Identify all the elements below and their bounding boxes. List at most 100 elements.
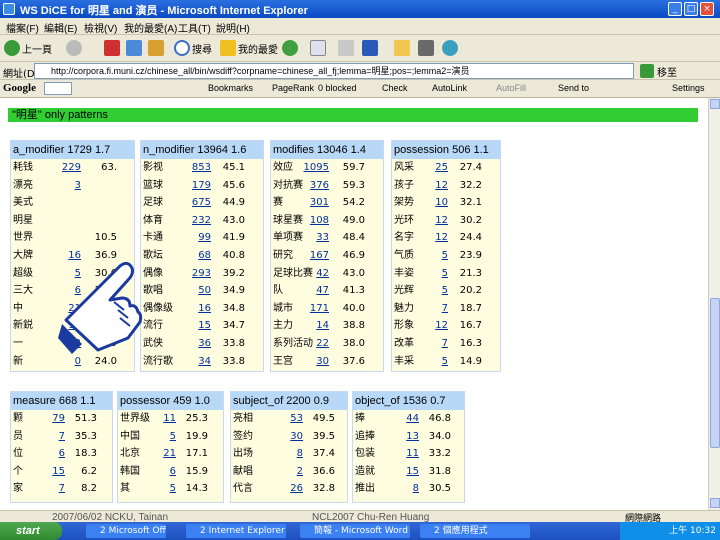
- frequency-link[interactable]: 12: [418, 177, 448, 194]
- google-bookmarks[interactable]: Bookmarks: [208, 83, 253, 93]
- google-popup-blocked[interactable]: 0 blocked: [318, 83, 357, 93]
- frequency-link[interactable]: 44: [389, 410, 419, 427]
- frequency-link[interactable]: 5: [418, 265, 448, 282]
- address-input[interactable]: http://corpora.fi.muni.cz/chinese_all/bi…: [34, 63, 634, 79]
- scroll-up-icon[interactable]: [710, 99, 720, 109]
- mail-button[interactable]: [310, 38, 326, 58]
- frequency-link[interactable]: 167: [299, 247, 329, 264]
- frequency-link[interactable]: 675: [181, 194, 211, 211]
- frequency-link[interactable]: 229: [51, 159, 81, 176]
- frequency-link[interactable]: 108: [299, 212, 329, 229]
- start-button[interactable]: start: [0, 522, 62, 540]
- stop-button[interactable]: [104, 38, 120, 58]
- frequency-link[interactable]: 12: [418, 212, 448, 229]
- frequency-link[interactable]: 15: [35, 463, 65, 480]
- refresh-button[interactable]: [126, 38, 142, 58]
- home-button[interactable]: [148, 38, 164, 58]
- research-button[interactable]: [418, 38, 434, 58]
- frequency-link[interactable]: 376: [299, 177, 329, 194]
- google-pagerank[interactable]: PageRank: [272, 83, 314, 93]
- frequency-link[interactable]: 12: [418, 317, 448, 334]
- maximize-button[interactable]: □: [684, 2, 698, 16]
- frequency-link[interactable]: 293: [181, 265, 211, 282]
- frequency-link[interactable]: 7: [35, 428, 65, 445]
- frequency-link[interactable]: 8: [273, 445, 303, 462]
- frequency-link[interactable]: 13: [389, 428, 419, 445]
- frequency-link[interactable]: 25: [418, 159, 448, 176]
- frequency-link[interactable]: 33: [299, 229, 329, 246]
- frequency-link[interactable]: 1095: [299, 159, 329, 176]
- task-word[interactable]: 簡報 - Microsoft Word: [300, 524, 410, 538]
- close-button[interactable]: ×: [700, 2, 714, 16]
- frequency-link[interactable]: 15: [389, 463, 419, 480]
- google-send-to[interactable]: Send to: [558, 83, 589, 93]
- edit-button[interactable]: [362, 38, 378, 58]
- frequency-link[interactable]: 5: [146, 428, 176, 445]
- frequency-link[interactable]: 68: [181, 247, 211, 264]
- google-autolink[interactable]: AutoLink: [432, 83, 467, 93]
- frequency-link[interactable]: 11: [389, 445, 419, 462]
- folder-button[interactable]: [394, 38, 410, 58]
- frequency-link[interactable]: 179: [181, 177, 211, 194]
- frequency-link[interactable]: 7: [35, 480, 65, 497]
- frequency-link[interactable]: 171: [299, 300, 329, 317]
- scroll-down-icon[interactable]: [710, 498, 720, 508]
- menu-file[interactable]: 檔案(F): [6, 20, 39, 35]
- frequency-link[interactable]: 16: [181, 300, 211, 317]
- frequency-link[interactable]: 34: [181, 353, 211, 370]
- frequency-link[interactable]: 53: [273, 410, 303, 427]
- task-apps[interactable]: 2 個應用程式: [420, 524, 530, 538]
- frequency-link[interactable]: 30: [299, 353, 329, 370]
- task-office[interactable]: 2 Microsoft Office: [86, 524, 166, 538]
- frequency-link[interactable]: 3: [51, 177, 81, 194]
- favorites-button[interactable]: 我的最愛: [220, 38, 278, 58]
- frequency-link[interactable]: 7: [418, 300, 448, 317]
- vertical-scrollbar[interactable]: [708, 98, 720, 510]
- print-button[interactable]: [338, 38, 354, 58]
- frequency-link[interactable]: 14: [299, 317, 329, 334]
- frequency-link[interactable]: 6: [146, 463, 176, 480]
- go-button[interactable]: 移至: [640, 63, 677, 79]
- frequency-link[interactable]: 15: [181, 317, 211, 334]
- frequency-link[interactable]: 8: [389, 480, 419, 497]
- frequency-link[interactable]: 232: [181, 212, 211, 229]
- history-button[interactable]: [282, 38, 298, 58]
- frequency-link[interactable]: 26: [273, 480, 303, 497]
- menu-edit[interactable]: 編輯(E): [44, 20, 77, 35]
- google-spellcheck[interactable]: Check: [382, 83, 408, 93]
- menu-view[interactable]: 檢視(V): [84, 20, 117, 35]
- frequency-link[interactable]: 99: [181, 229, 211, 246]
- frequency-link[interactable]: 5: [418, 353, 448, 370]
- frequency-link[interactable]: 5: [418, 247, 448, 264]
- google-search-input[interactable]: [44, 82, 72, 95]
- frequency-link[interactable]: 301: [299, 194, 329, 211]
- frequency-link[interactable]: 30: [273, 428, 303, 445]
- frequency-link[interactable]: 7: [418, 335, 448, 352]
- frequency-link[interactable]: 12: [418, 229, 448, 246]
- frequency-link[interactable]: 10: [418, 194, 448, 211]
- frequency-link[interactable]: 50: [181, 282, 211, 299]
- task-ie[interactable]: 2 Internet Explorer: [186, 524, 286, 538]
- frequency-link[interactable]: 21: [146, 445, 176, 462]
- messenger-button[interactable]: [442, 38, 458, 58]
- frequency-link[interactable]: 79: [35, 410, 65, 427]
- google-autofill[interactable]: AutoFill: [496, 83, 526, 93]
- menu-favorites[interactable]: 我的最愛(A): [124, 20, 177, 35]
- google-settings[interactable]: Settings: [672, 83, 705, 93]
- frequency-link[interactable]: 42: [299, 265, 329, 282]
- scrollbar-thumb[interactable]: [710, 298, 720, 448]
- frequency-link[interactable]: 5: [418, 282, 448, 299]
- frequency-link[interactable]: 22: [299, 335, 329, 352]
- frequency-link[interactable]: 5: [146, 480, 176, 497]
- frequency-link[interactable]: 853: [181, 159, 211, 176]
- forward-button[interactable]: [66, 38, 82, 58]
- menu-help[interactable]: 說明(H): [216, 20, 250, 35]
- frequency-link[interactable]: 47: [299, 282, 329, 299]
- frequency-link[interactable]: 36: [181, 335, 211, 352]
- minimize-button[interactable]: _: [668, 2, 682, 16]
- menu-tools[interactable]: 工具(T): [178, 20, 211, 35]
- search-button[interactable]: 搜尋: [174, 38, 212, 58]
- frequency-link[interactable]: 2: [273, 463, 303, 480]
- back-button[interactable]: 上一頁: [4, 38, 52, 58]
- frequency-link[interactable]: 6: [35, 445, 65, 462]
